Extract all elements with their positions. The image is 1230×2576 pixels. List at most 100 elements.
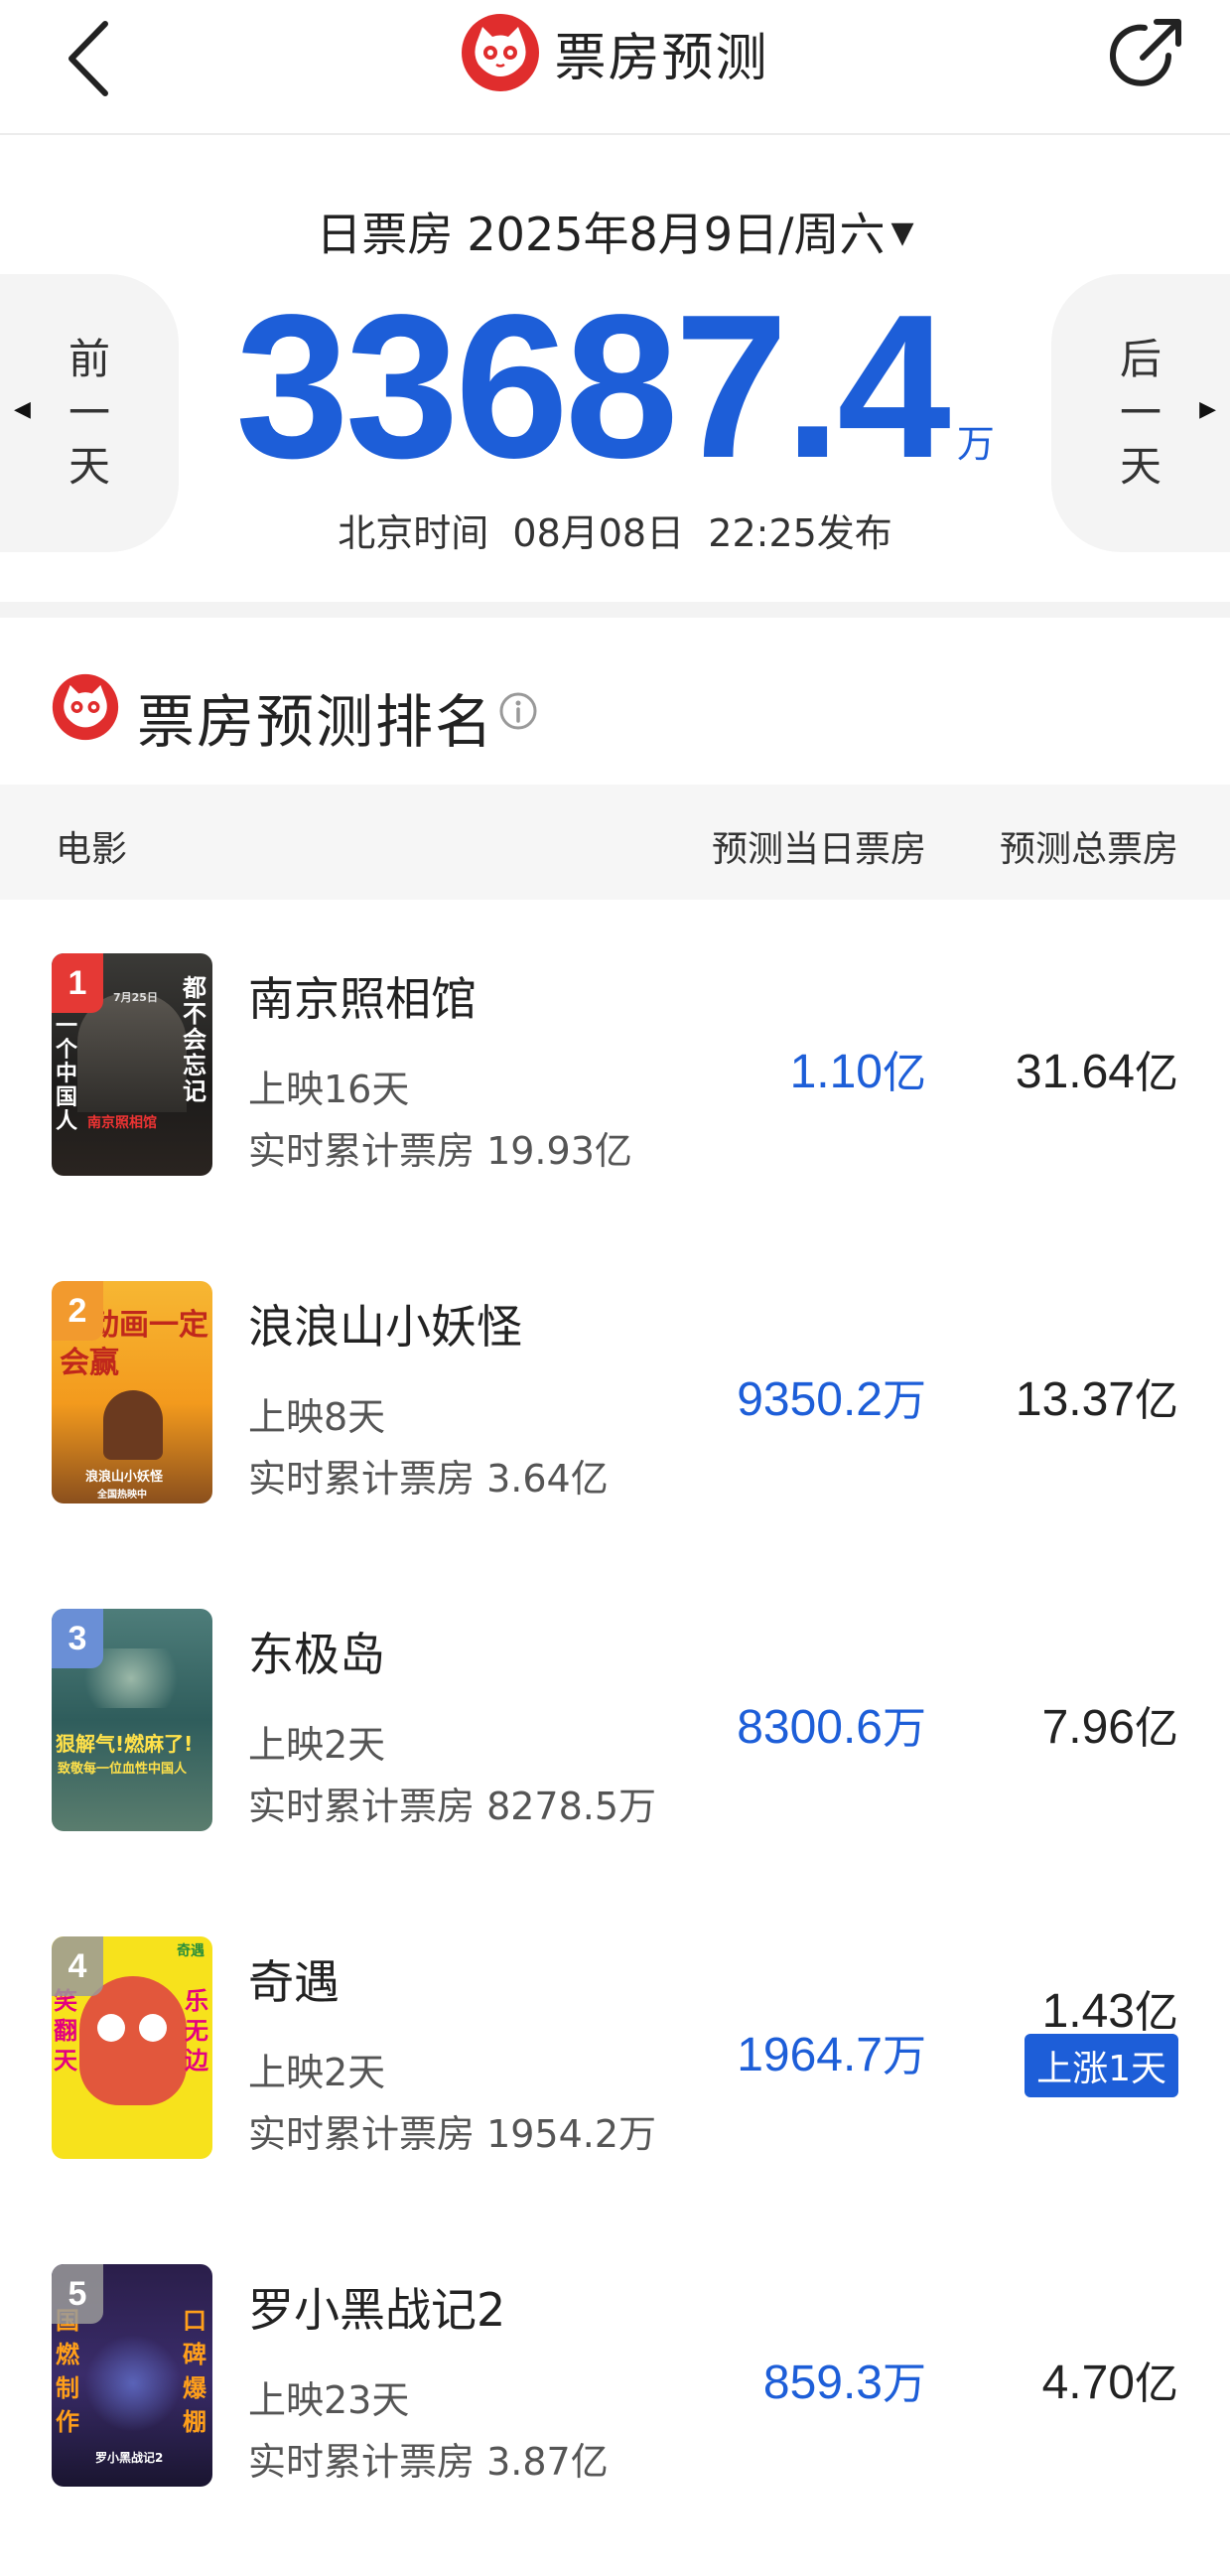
- total-forecast-unit: 亿: [1135, 1375, 1178, 1426]
- today-forecast-unit: 万: [883, 1703, 926, 1754]
- ranking-title: 票房预测排名: [137, 688, 495, 756]
- movie-cumulative-box-office: 实时累计票房 3.64亿: [248, 1457, 609, 1501]
- ranking-header: 票房预测排名: [0, 618, 1230, 785]
- today-forecast-unit: 万: [883, 1375, 926, 1426]
- column-header-movie: 电影: [56, 829, 128, 870]
- poster-caption: 南京照相馆: [87, 1115, 157, 1131]
- top-nav-bar: 票房预测: [0, 0, 1230, 135]
- movie-poster: 国动画一定会赢 浪浪山小妖怪 全国热映中 2: [52, 1281, 212, 1503]
- movie-row[interactable]: 笑翻天 乐无边 奇遇 4 奇遇 上映2天 实时累计票房 1954.2万 1964…: [0, 1883, 1230, 2211]
- next-day-char: 天: [1119, 442, 1162, 491]
- movie-title: 东极岛: [248, 1628, 385, 1681]
- movie-days-released: 上映2天: [248, 2051, 386, 2094]
- poster-caption: 7月25日: [113, 991, 158, 1004]
- rank-badge: 4: [52, 1936, 103, 1996]
- movie-cumulative-box-office: 实时累计票房 3.87亿: [248, 2440, 609, 2484]
- movie-cumulative-box-office: 实时累计票房 19.93亿: [248, 1129, 632, 1173]
- movie-row[interactable]: 7月25日 都不会忘记 一个中国人 南京照相馆 1 南京照相馆 上映16天 实时…: [0, 900, 1230, 1227]
- movie-days-released: 上映16天: [248, 1068, 410, 1111]
- movie-title: 奇遇: [248, 1955, 340, 2009]
- column-header-today-forecast: 预测当日票房: [711, 829, 926, 870]
- total-forecast-number: 1.43: [1041, 1985, 1135, 2038]
- movie-cumulative-box-office: 实时累计票房 8278.5万: [248, 1785, 657, 1828]
- date-value: 2025年8月9日/周六: [467, 208, 886, 261]
- movie-cumulative-box-office: 实时累计票房 1954.2万: [248, 2112, 657, 2156]
- movie-row[interactable]: 国动画一定会赢 浪浪山小妖怪 全国热映中 2 浪浪山小妖怪 上映8天 实时累计票…: [0, 1227, 1230, 1555]
- section-divider: [0, 602, 1230, 618]
- today-forecast-unit: 万: [883, 2031, 926, 2081]
- next-day-char: 一: [1119, 388, 1162, 437]
- poster-caption: 奇遇: [177, 1943, 205, 1959]
- today-forecast-value: 9350.2万: [737, 1364, 926, 1428]
- page-title: 票房预测: [554, 28, 769, 88]
- share-button[interactable]: [1105, 10, 1190, 95]
- rank-badge: 5: [52, 2264, 103, 2324]
- movie-poster: 7月25日 都不会忘记 一个中国人 南京照相馆 1: [52, 953, 212, 1176]
- total-forecast-unit: 亿: [1135, 1048, 1178, 1098]
- poster-caption: 一个中国人: [56, 1014, 78, 1134]
- next-day-char: 后: [1119, 335, 1162, 383]
- movie-poster: 狠解气!燃麻了! 致敬每一位血性中国人 3: [52, 1609, 212, 1831]
- today-forecast-value: 1964.7万: [737, 2020, 926, 2083]
- total-forecast-number: 31.64: [1015, 1046, 1135, 1098]
- publish-time: 北京时间 08月08日 22:25发布: [0, 502, 1230, 557]
- daily-box-office-summary: 日票房 2025年8月9日/周六 ▼ ◀ 前 一 天 33687.4 万 后 一 天 …: [0, 135, 1230, 602]
- movie-title: 浪浪山小妖怪: [248, 1300, 522, 1354]
- share-arrow-icon: [1110, 19, 1181, 86]
- poster-caption: 乐无边: [185, 1987, 208, 2075]
- today-forecast-number: 1964.7: [737, 2029, 883, 2081]
- publish-prefix: 北京时间: [338, 511, 489, 555]
- poster-caption: 都不会忘记: [183, 974, 206, 1105]
- rank-badge: 2: [52, 1281, 103, 1341]
- today-forecast-value: 1.10亿: [790, 1037, 926, 1100]
- today-forecast-unit: 万: [883, 2359, 926, 2409]
- total-forecast-value: 1.43亿: [1042, 1976, 1178, 2040]
- total-forecast-number: 13.37: [1015, 1373, 1135, 1426]
- triangle-down-icon: ▼: [890, 215, 914, 250]
- poster-caption: 口碑爆棚: [183, 2307, 206, 2436]
- movie-row[interactable]: 狠解气!燃麻了! 致敬每一位血性中国人 3 东极岛 上映2天 实时累计票房 82…: [0, 1555, 1230, 1883]
- total-forecast-unit: 亿: [1135, 1987, 1178, 2038]
- total-forecast-number: 7.96: [1041, 1701, 1135, 1754]
- total-forecast-value: 31.64亿: [1016, 1037, 1178, 1100]
- today-forecast-number: 1.10: [789, 1046, 883, 1098]
- date-selector[interactable]: 日票房 2025年8月9日/周六 ▼: [0, 199, 1230, 264]
- maoyan-cat-logo-icon: [52, 673, 119, 741]
- movie-days-released: 上映23天: [248, 2378, 410, 2422]
- today-forecast-value: 859.3万: [763, 2348, 926, 2411]
- info-circle-icon[interactable]: [498, 691, 538, 731]
- movie-poster: 国燃制作 口碑爆棚 罗小黑战记2 5: [52, 2264, 212, 2487]
- nav-title-group: 票房预测: [0, 8, 1230, 97]
- triangle-right-icon: ▶: [1199, 397, 1216, 422]
- total-forecast-value: 4.70亿: [1042, 2348, 1178, 2411]
- publish-clock: 22:25发布: [708, 511, 892, 555]
- movie-days-released: 上映8天: [248, 1395, 386, 1439]
- maoyan-cat-logo-icon: [462, 14, 540, 91]
- rise-days-badge: 上涨1天: [1025, 2034, 1178, 2097]
- total-forecast-unit: 万: [956, 422, 995, 466]
- poster-caption: 致敬每一位血性中国人: [58, 1762, 188, 1777]
- rank-badge: 1: [52, 953, 103, 1013]
- poster-caption: 狠解气!燃麻了!: [56, 1732, 194, 1756]
- table-header: 电影 预测当日票房 预测总票房: [0, 785, 1230, 900]
- poster-caption: 罗小黑战记2: [95, 2451, 164, 2465]
- poster-caption: 国燃制作: [56, 2307, 79, 2436]
- today-forecast-number: 9350.2: [737, 1373, 883, 1426]
- today-forecast-value: 8300.6万: [737, 1692, 926, 1756]
- column-header-total-forecast: 预测总票房: [999, 829, 1178, 870]
- today-forecast-number: 8300.6: [737, 1701, 883, 1754]
- today-forecast-unit: 亿: [883, 1048, 926, 1098]
- total-forecast-unit: 亿: [1135, 1703, 1178, 1754]
- movie-row[interactable]: 国燃制作 口碑爆棚 罗小黑战记2 5 罗小黑战记2 上映23天 实时累计票房 3…: [0, 2211, 1230, 2538]
- poster-caption: 浪浪山小妖怪: [85, 1470, 164, 1485]
- movie-poster: 笑翻天 乐无边 奇遇 4: [52, 1936, 212, 2159]
- movie-days-released: 上映2天: [248, 1723, 386, 1767]
- poster-caption: 全国热映中: [97, 1490, 147, 1501]
- movie-title: 罗小黑战记2: [248, 2283, 506, 2337]
- poster-caption: 笑翻天: [54, 1987, 77, 2075]
- today-forecast-number: 859.3: [762, 2357, 883, 2409]
- movie-title: 南京照相馆: [248, 972, 477, 1026]
- total-forecast-value: 33687.4: [235, 272, 951, 501]
- total-forecast-value: 7.96亿: [1042, 1692, 1178, 1756]
- publish-date: 08月08日: [512, 511, 685, 555]
